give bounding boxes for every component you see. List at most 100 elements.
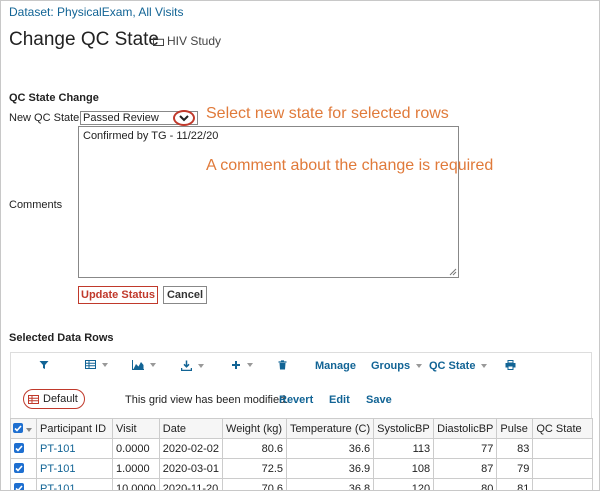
filter-button[interactable]: [39, 360, 49, 370]
comments-label: Comments: [9, 199, 63, 211]
pulse-cell: 83: [496, 438, 534, 459]
temperature-cell: 36.6: [286, 438, 375, 459]
groups-label: Groups: [371, 360, 411, 372]
date-cell: 2020-03-01: [158, 458, 224, 479]
col-systolic-bp[interactable]: SystolicBP: [373, 418, 435, 439]
select-state-annotation: Select new state for selected rows: [206, 105, 449, 122]
select-all-header: [10, 418, 37, 439]
weight-cell: 70.6: [222, 478, 288, 490]
row-checkbox[interactable]: [14, 483, 24, 490]
qc-state-menu[interactable]: QC State: [429, 360, 488, 372]
edit-link[interactable]: Edit: [329, 394, 350, 406]
chevron-down-icon: [179, 114, 189, 121]
page-title: Change QC State: [9, 29, 159, 50]
row-select-cell: [10, 458, 37, 479]
table-header-row: Participant ID Visit Date Weight (kg) Te…: [10, 418, 594, 439]
save-link[interactable]: Save: [366, 394, 392, 406]
pulse-cell: 81: [496, 478, 534, 490]
qc-state-dropdown-toggle[interactable]: [173, 110, 195, 126]
revert-link[interactable]: Revert: [279, 394, 313, 406]
groups-menu[interactable]: Groups: [371, 360, 423, 372]
update-status-button[interactable]: Update Status: [78, 286, 158, 304]
participant-id-cell[interactable]: PT-101: [36, 438, 113, 459]
col-visit[interactable]: Visit: [112, 418, 160, 439]
folder-link[interactable]: HIV Study: [153, 34, 221, 48]
delete-button[interactable]: [278, 360, 287, 370]
qc-section-heading: QC State Change: [9, 92, 99, 104]
weight-cell: 72.5: [222, 458, 288, 479]
col-date[interactable]: Date: [158, 418, 224, 439]
row-checkbox[interactable]: [14, 463, 24, 473]
diastolic-bp-cell: 87: [433, 458, 498, 479]
select-all-checkbox[interactable]: [13, 423, 23, 433]
printer-icon: [505, 360, 516, 370]
plus-icon: [232, 361, 240, 369]
data-table: Participant ID Visit Date Weight (kg) Te…: [10, 418, 594, 490]
diastolic-bp-cell: 80: [433, 478, 498, 490]
comment-required-annotation: A comment about the change is required: [206, 157, 494, 174]
col-qc-state[interactable]: QC State: [532, 418, 594, 439]
col-diastolic-bp[interactable]: DiastolicBP: [433, 418, 498, 439]
table-icon: [28, 394, 39, 404]
comments-textarea[interactable]: Confirmed by TG - 11/22/20: [78, 126, 459, 278]
qc-state-cell: [532, 438, 594, 459]
manage-button[interactable]: Manage: [315, 360, 356, 372]
check-icon: [15, 444, 23, 452]
col-pulse[interactable]: Pulse: [496, 418, 534, 439]
systolic-bp-cell: 113: [373, 438, 435, 459]
col-temperature[interactable]: Temperature (C): [286, 418, 375, 439]
filter-icon: [39, 361, 49, 369]
participant-id-cell[interactable]: PT-101: [36, 478, 113, 490]
col-participant-id[interactable]: Participant ID: [36, 418, 113, 439]
systolic-bp-cell: 120: [373, 478, 435, 490]
folder-icon: [153, 37, 164, 46]
chevron-down-icon[interactable]: [26, 427, 33, 432]
diastolic-bp-cell: 77: [433, 438, 498, 459]
table-row: PT-101 0.0000 2020-02-02 80.6 36.6 113 7…: [10, 438, 594, 459]
check-icon: [15, 464, 23, 472]
pulse-cell: 79: [496, 458, 534, 479]
visit-cell: 1.0000: [112, 458, 160, 479]
check-icon: [14, 424, 22, 432]
row-checkbox[interactable]: [14, 443, 24, 453]
check-icon: [15, 484, 23, 490]
print-button[interactable]: [505, 360, 516, 370]
grid-icon: [85, 360, 96, 369]
selected-rows-heading: Selected Data Rows: [9, 332, 114, 344]
page-frame: Dataset: PhysicalExam, All Visits Change…: [0, 0, 600, 491]
comments-text: Confirmed by TG - 11/22/20: [83, 130, 219, 142]
visit-cell: 0.0000: [112, 438, 160, 459]
qc-state-cell: [532, 458, 594, 479]
view-name: Default: [43, 393, 78, 405]
charts-button[interactable]: [132, 360, 156, 370]
table-row: PT-101 1.0000 2020-03-01 72.5 36.9 108 8…: [10, 458, 594, 479]
default-view-button[interactable]: Default: [23, 389, 85, 409]
participant-id-cell[interactable]: PT-101: [36, 458, 113, 479]
date-cell: 2020-02-02: [158, 438, 224, 459]
qc-state-menu-label: QC State: [429, 360, 476, 372]
visit-cell: 10.0000: [112, 478, 160, 490]
cancel-button[interactable]: Cancel: [163, 286, 207, 304]
systolic-bp-cell: 108: [373, 458, 435, 479]
temperature-cell: 36.9: [286, 458, 375, 479]
grid-views-button[interactable]: [85, 360, 108, 369]
grid-toolbar: Manage Groups QC State: [10, 352, 592, 380]
resize-grip-icon[interactable]: [449, 268, 457, 276]
grid-view-bar: Default This grid view has been modified…: [10, 380, 592, 418]
breadcrumb[interactable]: Dataset: PhysicalExam, All Visits: [9, 5, 184, 19]
download-icon: [181, 360, 192, 371]
col-weight[interactable]: Weight (kg): [222, 418, 288, 439]
export-button[interactable]: [181, 360, 204, 371]
new-qc-state-label: New QC State: [9, 112, 80, 124]
row-select-cell: [10, 438, 37, 459]
area-chart-icon: [132, 360, 144, 370]
folder-name: HIV Study: [167, 34, 222, 48]
trash-icon: [278, 360, 287, 370]
weight-cell: 80.6: [222, 438, 288, 459]
row-select-cell: [10, 478, 37, 490]
view-modified-message: This grid view has been modified.: [125, 394, 289, 406]
date-cell: 2020-11-20: [158, 478, 224, 490]
insert-button[interactable]: [231, 360, 253, 370]
temperature-cell: 36.8: [286, 478, 375, 490]
table-row: PT-101 10.0000 2020-11-20 70.6 36.8 120 …: [10, 478, 594, 490]
